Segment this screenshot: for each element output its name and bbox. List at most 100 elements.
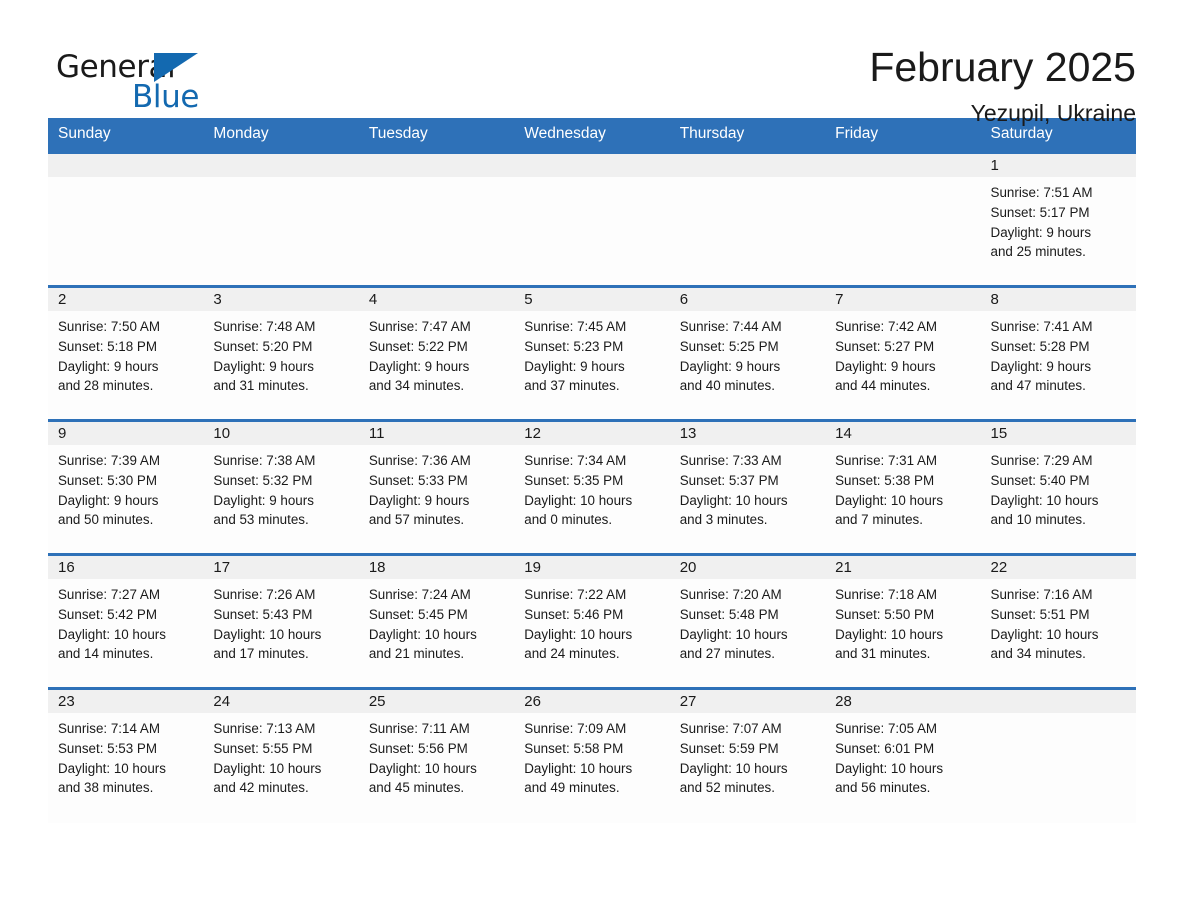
day-sun-info: Sunrise: 7:22 AM Sunset: 5:46 PM Daylight:… xyxy=(514,579,669,664)
calendar-day-cell[interactable]: 7 Sunrise: 7:42 AM Sunset: 5:27 PM Daylight… xyxy=(825,285,981,421)
day-sun-info: Sunrise: 7:38 AM Sunset: 5:32 PM Daylight:… xyxy=(203,445,358,530)
daylight-text-line2: and 31 minutes. xyxy=(835,646,931,662)
sunrise-text: Sunrise: 7:31 AM xyxy=(835,453,938,468)
daylight-text-line1: Daylight: 10 hours xyxy=(368,626,477,642)
daylight-text-line1: Daylight: 10 hours xyxy=(524,492,633,508)
sunset-text: Sunset: 5:50 PM xyxy=(835,606,935,622)
day-sun-info: Sunrise: 7:09 AM Sunset: 5:58 PM Daylight:… xyxy=(514,713,669,798)
daylight-text-line1: Daylight: 9 hours xyxy=(58,492,159,508)
daylight-text-line2: and 27 minutes. xyxy=(679,646,775,662)
day-number: 2 xyxy=(48,288,204,311)
daylight-text-line2: and 7 minutes. xyxy=(835,512,923,528)
sunrise-text: Sunrise: 7:27 AM xyxy=(58,587,160,602)
daylight-text-line2: and 45 minutes. xyxy=(368,780,465,796)
day-number: 25 xyxy=(358,690,515,713)
calendar-day-cell[interactable]: 5 Sunrise: 7:45 AM Sunset: 5:23 PM Daylight… xyxy=(514,285,670,421)
sunrise-text: Sunrise: 7:39 AM xyxy=(58,453,160,468)
calendar-day-cell[interactable]: 15 Sunrise: 7:29 AM Sunset: 5:40 PM Dayligh… xyxy=(980,419,1136,555)
sunset-text: Sunset: 5:18 PM xyxy=(58,338,157,354)
sunrise-text: Sunrise: 7:45 AM xyxy=(524,319,627,334)
sunrise-text: Sunrise: 7:44 AM xyxy=(679,319,782,334)
calendar-day-cell[interactable]: 6 Sunrise: 7:44 AM Sunset: 5:25 PM Daylight… xyxy=(669,285,826,421)
calendar-body: 1 Sunrise: 7:51 AM Sunset: 5:17 PM Daylight… xyxy=(48,151,1136,823)
day-number: 23 xyxy=(48,690,204,713)
sunrise-text: Sunrise: 7:36 AM xyxy=(368,453,471,468)
daylight-text-line2: and 47 minutes. xyxy=(990,378,1086,394)
daylight-text-line1: Daylight: 10 hours xyxy=(213,626,322,642)
calendar-day-cell[interactable]: 25 Sunrise: 7:11 AM Sunset: 5:56 PM Dayligh… xyxy=(358,687,515,823)
daylight-text-line2: and 10 minutes. xyxy=(990,512,1086,528)
day-number: 22 xyxy=(980,556,1136,579)
generalblue-logo[interactable]: General Blue xyxy=(56,44,206,116)
weekday-header-thursday: Thursday xyxy=(669,118,826,153)
sunrise-text: Sunrise: 7:13 AM xyxy=(213,721,316,736)
daylight-text-line2: and 34 minutes. xyxy=(990,646,1086,662)
calendar-day-cell[interactable]: 14 Sunrise: 7:31 AM Sunset: 5:38 PM Dayligh… xyxy=(825,419,981,555)
sunset-text: Sunset: 5:30 PM xyxy=(58,472,157,488)
calendar-day-cell-empty xyxy=(669,151,826,287)
day-sun-info: Sunrise: 7:45 AM Sunset: 5:23 PM Daylight:… xyxy=(514,311,669,396)
calendar-day-cell[interactable]: 19 Sunrise: 7:22 AM Sunset: 5:46 PM Dayligh… xyxy=(514,553,670,689)
calendar-day-cell[interactable]: 16 Sunrise: 7:27 AM Sunset: 5:42 PM Dayligh… xyxy=(48,553,204,689)
day-number xyxy=(980,690,1136,713)
calendar-day-cell[interactable]: 8 Sunrise: 7:41 AM Sunset: 5:28 PM Daylight… xyxy=(980,285,1136,421)
daylight-text-line1: Daylight: 9 hours xyxy=(524,358,625,374)
daylight-text-line2: and 21 minutes. xyxy=(368,646,465,662)
weekday-header-tuesday: Tuesday xyxy=(358,118,515,153)
day-number: 18 xyxy=(358,556,515,579)
day-sun-info: Sunrise: 7:44 AM Sunset: 5:25 PM Daylight:… xyxy=(670,311,825,396)
sunrise-text: Sunrise: 7:22 AM xyxy=(524,587,627,602)
calendar-day-cell[interactable]: 21 Sunrise: 7:18 AM Sunset: 5:50 PM Dayligh… xyxy=(825,553,981,689)
calendar-day-cell[interactable]: 26 Sunrise: 7:09 AM Sunset: 5:58 PM Dayligh… xyxy=(514,687,670,823)
day-sun-info: Sunrise: 7:11 AM Sunset: 5:56 PM Daylight:… xyxy=(359,713,514,798)
daylight-text-line1: Daylight: 10 hours xyxy=(58,626,166,642)
weekday-header-sunday: Sunday xyxy=(48,118,204,153)
calendar-day-cell[interactable]: 2 Sunrise: 7:50 AM Sunset: 5:18 PM Daylight… xyxy=(48,285,204,421)
day-sun-info: Sunrise: 7:05 AM Sunset: 6:01 PM Daylight:… xyxy=(825,713,980,798)
day-sun-info: Sunrise: 7:20 AM Sunset: 5:48 PM Daylight:… xyxy=(670,579,825,664)
logo-triangle-icon xyxy=(154,53,198,82)
calendar-day-cell[interactable]: 22 Sunrise: 7:16 AM Sunset: 5:51 PM Dayligh… xyxy=(980,553,1136,689)
daylight-text-line2: and 37 minutes. xyxy=(524,378,620,394)
daylight-text-line2: and 38 minutes. xyxy=(58,780,154,796)
daylight-text-line2: and 24 minutes. xyxy=(524,646,620,662)
calendar-day-cell-empty xyxy=(980,687,1136,823)
calendar-day-cell[interactable]: 17 Sunrise: 7:26 AM Sunset: 5:43 PM Dayligh… xyxy=(203,553,359,689)
calendar-day-cell[interactable]: 28 Sunrise: 7:05 AM Sunset: 6:01 PM Dayligh… xyxy=(825,687,981,823)
calendar-week-row: 23 Sunrise: 7:14 AM Sunset: 5:53 PM Dayligh… xyxy=(48,687,1136,823)
calendar-day-cell[interactable]: 27 Sunrise: 7:07 AM Sunset: 5:59 PM Dayligh… xyxy=(669,687,826,823)
day-sun-info: Sunrise: 7:13 AM Sunset: 5:55 PM Daylight:… xyxy=(203,713,358,798)
calendar-day-cell[interactable]: 23 Sunrise: 7:14 AM Sunset: 5:53 PM Dayligh… xyxy=(48,687,204,823)
calendar-day-cell[interactable]: 20 Sunrise: 7:20 AM Sunset: 5:48 PM Dayligh… xyxy=(669,553,826,689)
daylight-text-line2: and 49 minutes. xyxy=(524,780,620,796)
sunrise-sunset-calendar-table: Sunday Monday Tuesday Wednesday Thursday… xyxy=(48,118,1136,823)
daylight-text-line2: and 0 minutes. xyxy=(524,512,613,528)
daylight-text-line1: Daylight: 10 hours xyxy=(835,760,944,776)
sunset-text: Sunset: 5:33 PM xyxy=(368,472,468,488)
calendar-day-cell[interactable]: 12 Sunrise: 7:34 AM Sunset: 5:35 PM Dayligh… xyxy=(514,419,670,555)
sunrise-text: Sunrise: 7:14 AM xyxy=(58,721,160,736)
day-number xyxy=(514,154,670,177)
daylight-text-line2: and 34 minutes. xyxy=(368,378,465,394)
daylight-text-line1: Daylight: 9 hours xyxy=(990,224,1092,240)
daylight-text-line1: Daylight: 10 hours xyxy=(679,626,788,642)
calendar-day-cell[interactable]: 10 Sunrise: 7:38 AM Sunset: 5:32 PM Dayligh… xyxy=(203,419,359,555)
calendar-day-cell[interactable]: 13 Sunrise: 7:33 AM Sunset: 5:37 PM Dayligh… xyxy=(669,419,826,555)
daylight-text-line1: Daylight: 9 hours xyxy=(58,358,159,374)
calendar-day-cell[interactable]: 18 Sunrise: 7:24 AM Sunset: 5:45 PM Dayligh… xyxy=(358,553,515,689)
calendar-day-cell[interactable]: 1 Sunrise: 7:51 AM Sunset: 5:17 PM Daylight… xyxy=(980,151,1136,287)
day-number: 21 xyxy=(825,556,981,579)
calendar-day-cell[interactable]: 3 Sunrise: 7:48 AM Sunset: 5:20 PM Daylight… xyxy=(203,285,359,421)
day-sun-info: Sunrise: 7:29 AM Sunset: 5:40 PM Daylight:… xyxy=(981,445,1136,530)
daylight-text-line2: and 56 minutes. xyxy=(835,780,931,796)
calendar-day-cell[interactable]: 9 Sunrise: 7:39 AM Sunset: 5:30 PM Daylight… xyxy=(48,419,204,555)
day-number: 17 xyxy=(203,556,359,579)
calendar-day-cell[interactable]: 4 Sunrise: 7:47 AM Sunset: 5:22 PM Daylight… xyxy=(358,285,515,421)
day-number: 16 xyxy=(48,556,204,579)
sunrise-text: Sunrise: 7:07 AM xyxy=(679,721,782,736)
sunrise-text: Sunrise: 7:24 AM xyxy=(368,587,471,602)
calendar-day-cell[interactable]: 24 Sunrise: 7:13 AM Sunset: 5:55 PM Dayligh… xyxy=(203,687,359,823)
sunset-text: Sunset: 5:25 PM xyxy=(679,338,779,354)
calendar-day-cell[interactable]: 11 Sunrise: 7:36 AM Sunset: 5:33 PM Dayligh… xyxy=(358,419,515,555)
sunset-text: Sunset: 5:48 PM xyxy=(679,606,779,622)
